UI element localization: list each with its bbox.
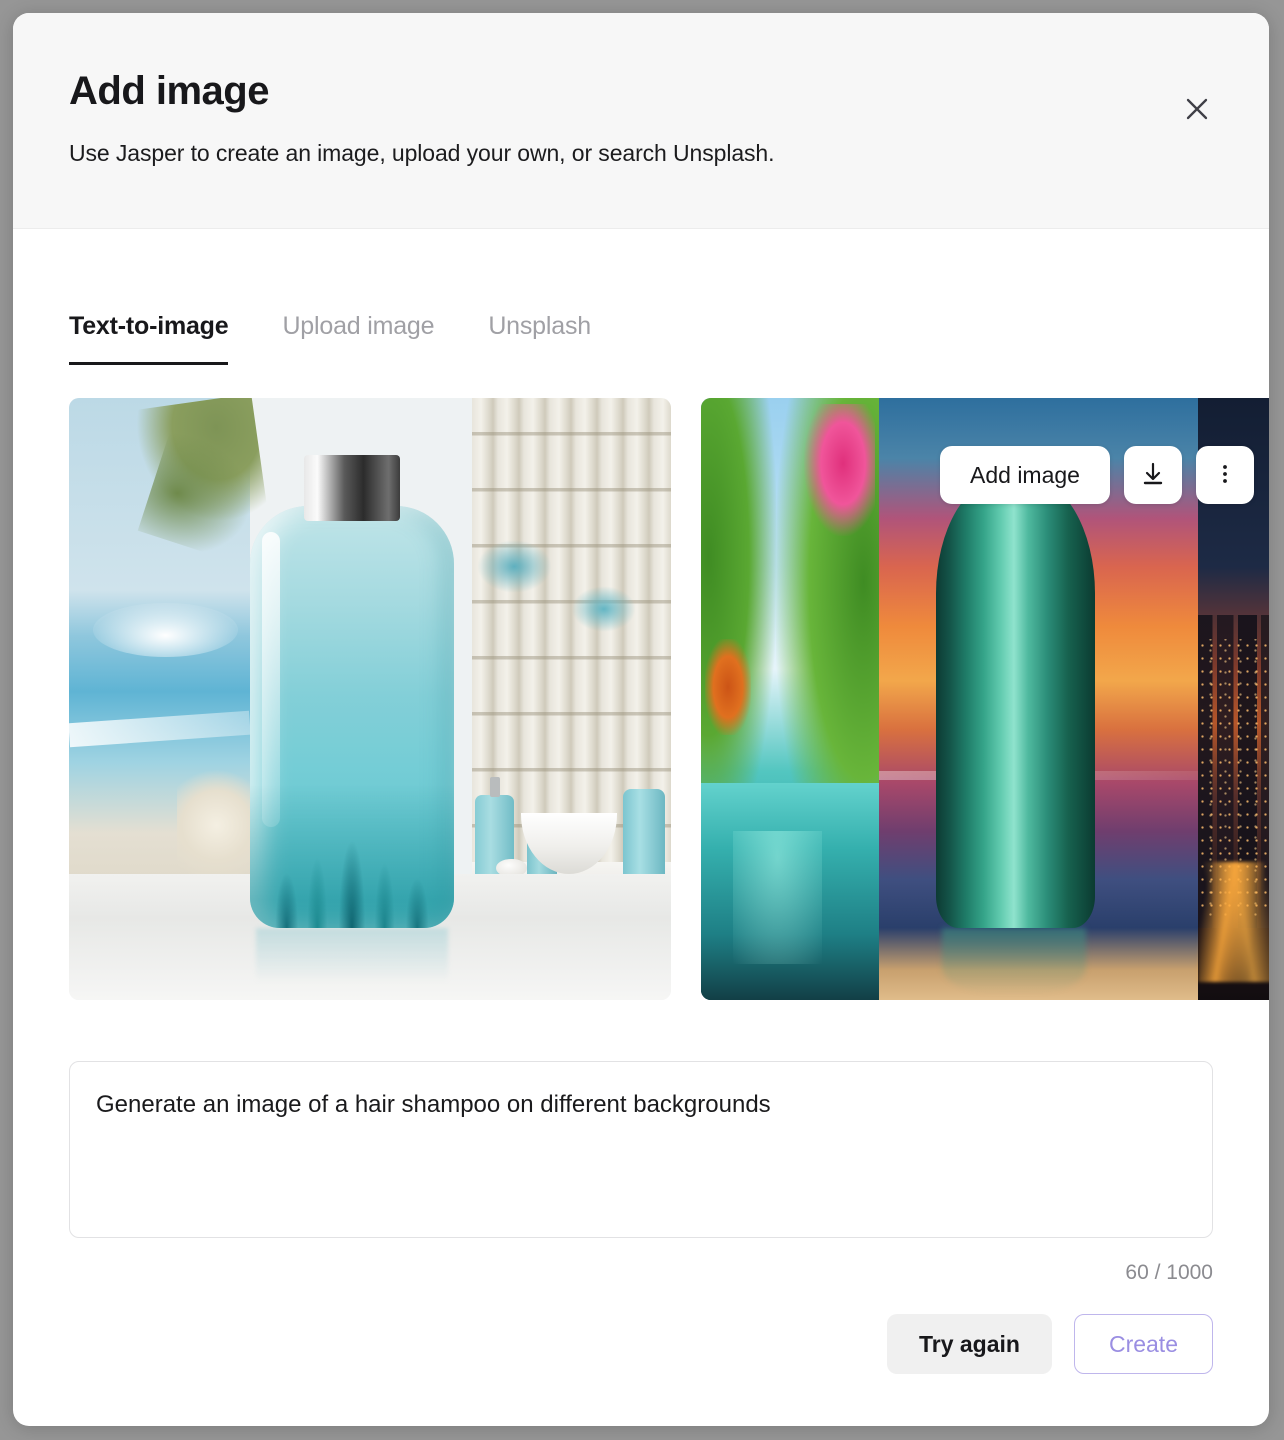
generated-image-1[interactable] — [69, 398, 671, 1000]
tab-upload-image[interactable]: Upload image — [282, 312, 434, 365]
modal-subtitle: Use Jasper to create an image, upload yo… — [69, 140, 775, 166]
small-bottle-right — [622, 789, 665, 880]
pink-canopy — [804, 404, 876, 537]
cloud — [93, 602, 238, 657]
bottle-reflection — [255, 927, 449, 982]
bamboo-leaf — [478, 518, 569, 615]
jungle-lagoon-panel — [701, 398, 879, 1000]
white-blossom — [177, 759, 256, 892]
botanical-pattern — [249, 784, 455, 928]
bottle-highlight — [261, 531, 281, 827]
bottle-cap — [303, 455, 401, 522]
traffic-light-trails — [1197, 861, 1269, 982]
more-options-button[interactable] — [1195, 446, 1254, 504]
page-title: Add image — [69, 69, 269, 113]
bamboo-leaf-secondary — [556, 566, 635, 651]
try-again-button[interactable]: Try again — [886, 1314, 1052, 1374]
tab-bar: Text-to-image Upload image Unsplash — [13, 303, 1269, 365]
shampoo-bottle — [935, 476, 1096, 928]
generated-images-row: Add image — [13, 398, 1269, 1003]
tab-text-to-image[interactable]: Text-to-image — [69, 312, 229, 365]
character-counter: 60 / 1000 — [1125, 1261, 1213, 1284]
prompt-section: 60 / 1000 — [69, 1061, 1213, 1285]
more-options-icon — [1212, 461, 1238, 490]
bottle-reflection — [941, 927, 1087, 994]
shampoo-bottle — [249, 506, 455, 928]
add-image-modal: Add image Use Jasper to create an image,… — [13, 13, 1269, 1426]
modal-header: Add image Use Jasper to create an image,… — [13, 13, 1269, 229]
tab-unsplash[interactable]: Unsplash — [488, 312, 591, 365]
close-icon — [1183, 95, 1211, 123]
orange-canopy — [704, 638, 751, 736]
water-highlight — [732, 831, 822, 964]
jungle-foliage-left — [701, 398, 776, 796]
create-button[interactable]: Create — [1073, 1314, 1213, 1374]
download-button[interactable] — [1123, 446, 1182, 504]
close-button[interactable] — [1173, 85, 1221, 133]
image-hover-actions: Add image — [940, 446, 1254, 504]
download-icon — [1140, 461, 1166, 490]
modal-footer: Try again Create — [69, 1314, 1213, 1374]
add-image-button[interactable]: Add image — [940, 446, 1110, 504]
prompt-input[interactable] — [69, 1061, 1213, 1238]
generated-image-2[interactable]: Add image — [701, 398, 1269, 1000]
